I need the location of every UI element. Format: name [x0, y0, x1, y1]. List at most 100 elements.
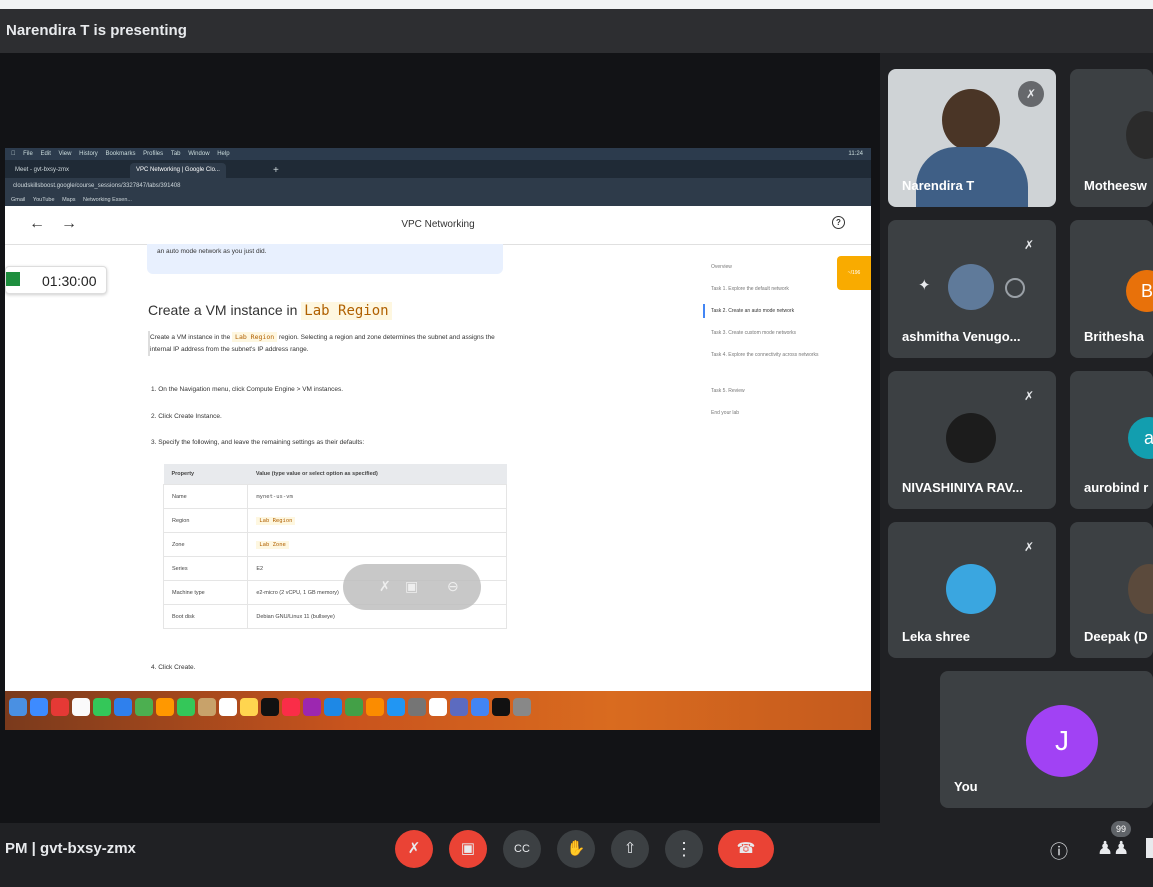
- table-cell: Zone: [162, 532, 249, 557]
- table-row: Region Lab Region: [162, 508, 507, 533]
- participant-name: Leka shree: [902, 629, 970, 644]
- mic-off-icon: ✗: [1023, 238, 1035, 252]
- table-code: Lab Region: [256, 516, 296, 525]
- keynote-icon: [324, 698, 342, 716]
- participant-name: You: [954, 779, 978, 794]
- avatar: [946, 564, 996, 614]
- photos-icon: [156, 698, 174, 716]
- table-header: Property: [163, 464, 248, 485]
- mic-off-icon: ✗: [407, 840, 421, 857]
- safari-icon: [30, 698, 48, 716]
- meeting-info: PM | gvt-bxsy-zmx: [5, 840, 136, 857]
- avatar: B: [1126, 270, 1153, 312]
- presenting-banner: Narendira T is presenting: [6, 22, 187, 39]
- toc-item: Task 1. Explore the default network: [711, 286, 789, 292]
- toc-active-indicator: [703, 304, 705, 318]
- toc-item: Task 3. Create custom mode networks: [711, 330, 797, 336]
- table-cell: Lab Region: [247, 508, 507, 533]
- captions-icon: CC: [514, 843, 530, 855]
- more-options-button[interactable]: ⋮: [665, 830, 703, 868]
- chrome-icon: [471, 698, 489, 716]
- lab-page-title: VPC Networking: [401, 219, 475, 230]
- browser-tab-vpc: VPC Networking | Google Clo...: [130, 163, 226, 178]
- menu-item-tab: Tab: [164, 151, 181, 157]
- toc-item: Overview: [711, 264, 732, 270]
- participant-tile-leka[interactable]: ✗ Leka shree: [888, 522, 1056, 658]
- url-text: cloudskillsboost.google/course_sessions/…: [13, 183, 181, 189]
- dock-icons: [9, 698, 534, 721]
- bookmarks-bar: Gmail YouTube Maps Networking Essen...: [5, 194, 871, 206]
- browser-tab-meet: Meet - gvt-bxsy-zmx: [15, 167, 70, 173]
- participant-video: [1126, 111, 1153, 159]
- participant-tile-narendira[interactable]: ✗ Narendira T: [888, 69, 1056, 207]
- toc-item-active: Task 2. Create an auto mode network: [711, 308, 795, 314]
- leave-call-button[interactable]: ☎: [718, 830, 774, 868]
- avatar: a: [1128, 417, 1153, 459]
- step-4: 4. Click Create.: [151, 664, 196, 671]
- trash-icon: [513, 698, 531, 716]
- score-tab: ~/196: [837, 256, 871, 290]
- mail-icon: [114, 698, 132, 716]
- finder-icon: [9, 698, 27, 716]
- system-settings-icon: [408, 698, 426, 716]
- minus-circle-icon: ⊖: [447, 578, 459, 594]
- menu-item-window: Window: [182, 151, 209, 157]
- mac-menu-bar:  File Edit View History Bookmarks Profi…: [5, 148, 871, 160]
- captions-button[interactable]: CC: [503, 830, 541, 868]
- terminal-icon: [492, 698, 510, 716]
- participant-tile-ashmitha[interactable]: ✗ ✦ ashmitha Venugo...: [888, 220, 1056, 358]
- apple-tv-icon: [261, 698, 279, 716]
- menu-item-file: File: [17, 151, 33, 157]
- participant-tile-deepak[interactable]: Deepak (D: [1070, 522, 1153, 658]
- participant-tile-nivashiniya[interactable]: ✗ NIVASHINIYA RAV...: [888, 371, 1056, 509]
- lab-page: ← → VPC Networking ? an auto mode networ…: [5, 206, 871, 691]
- menu-item-history: History: [72, 151, 98, 157]
- lab-timer: 01:30:00: [5, 266, 107, 294]
- bookmark-networking: Networking Essen...: [83, 197, 132, 203]
- toc-item: Task 5. Review: [711, 388, 745, 394]
- browser-tabs: Meet - gvt-bxsy-zmx VPC Networking | Goo…: [5, 160, 871, 178]
- messages-icon: [93, 698, 111, 716]
- participant-tile-motheesw[interactable]: Motheesw: [1070, 69, 1153, 207]
- participant-tile-brithesha[interactable]: B Brithesha: [1070, 220, 1153, 358]
- participant-name: Motheesw: [1084, 178, 1147, 193]
- step-3: 3. Specify the following, and leave the …: [151, 439, 365, 446]
- mic-off-icon: ✗: [1023, 540, 1035, 554]
- help-icon: ?: [832, 216, 845, 229]
- camera-off-icon: ▣: [460, 840, 476, 857]
- participant-tile-aurobind[interactable]: a aurobind r: [1070, 371, 1153, 509]
- people-count-badge: 99: [1111, 821, 1131, 837]
- bookmark-youtube: YouTube: [32, 197, 55, 203]
- shared-screen:  File Edit View History Bookmarks Profi…: [5, 148, 871, 730]
- participant-name: NIVASHINIYA RAV...: [902, 480, 1023, 495]
- mic-off-icon: ✗: [1023, 389, 1035, 403]
- table-cell: Region: [162, 508, 249, 533]
- music-icon: [282, 698, 300, 716]
- present-button[interactable]: ⇧: [611, 830, 649, 868]
- raise-hand-button[interactable]: ✋: [557, 830, 595, 868]
- people-button[interactable]: ♟♟: [1097, 838, 1129, 859]
- pin-icon[interactable]: ✦: [918, 276, 931, 294]
- table-cell: Series: [162, 556, 249, 581]
- minus-circle-icon[interactable]: [1005, 278, 1025, 298]
- contacts-icon: [198, 698, 216, 716]
- menu-item-profiles: Profiles: [136, 151, 163, 157]
- participant-name: ashmitha Venugo...: [902, 329, 1021, 344]
- section-heading: Create a VM instance in Lab Region: [148, 302, 392, 320]
- camera-toggle-button[interactable]: ▣: [449, 830, 487, 868]
- reminders-icon: [219, 698, 237, 716]
- mic-toggle-button[interactable]: ✗: [395, 830, 433, 868]
- chat-icon[interactable]: [1146, 838, 1153, 858]
- address-bar: cloudskillsboost.google/course_sessions/…: [5, 178, 871, 194]
- avatar: [1128, 564, 1153, 614]
- present-icon: ⇧: [623, 840, 637, 857]
- menu-item-view: View: [52, 151, 72, 157]
- participant-tile-you[interactable]: J You: [940, 671, 1153, 808]
- table-row: Zone Lab Zone: [162, 532, 507, 557]
- maps-icon: [135, 698, 153, 716]
- table-row: Name mynet-us-vm: [162, 484, 507, 509]
- calendar-icon: [72, 698, 90, 716]
- meeting-details-button[interactable]: ⓘ: [1050, 838, 1068, 864]
- preview-icon: [450, 698, 468, 716]
- para-text-1: Create a VM instance in the: [150, 334, 231, 341]
